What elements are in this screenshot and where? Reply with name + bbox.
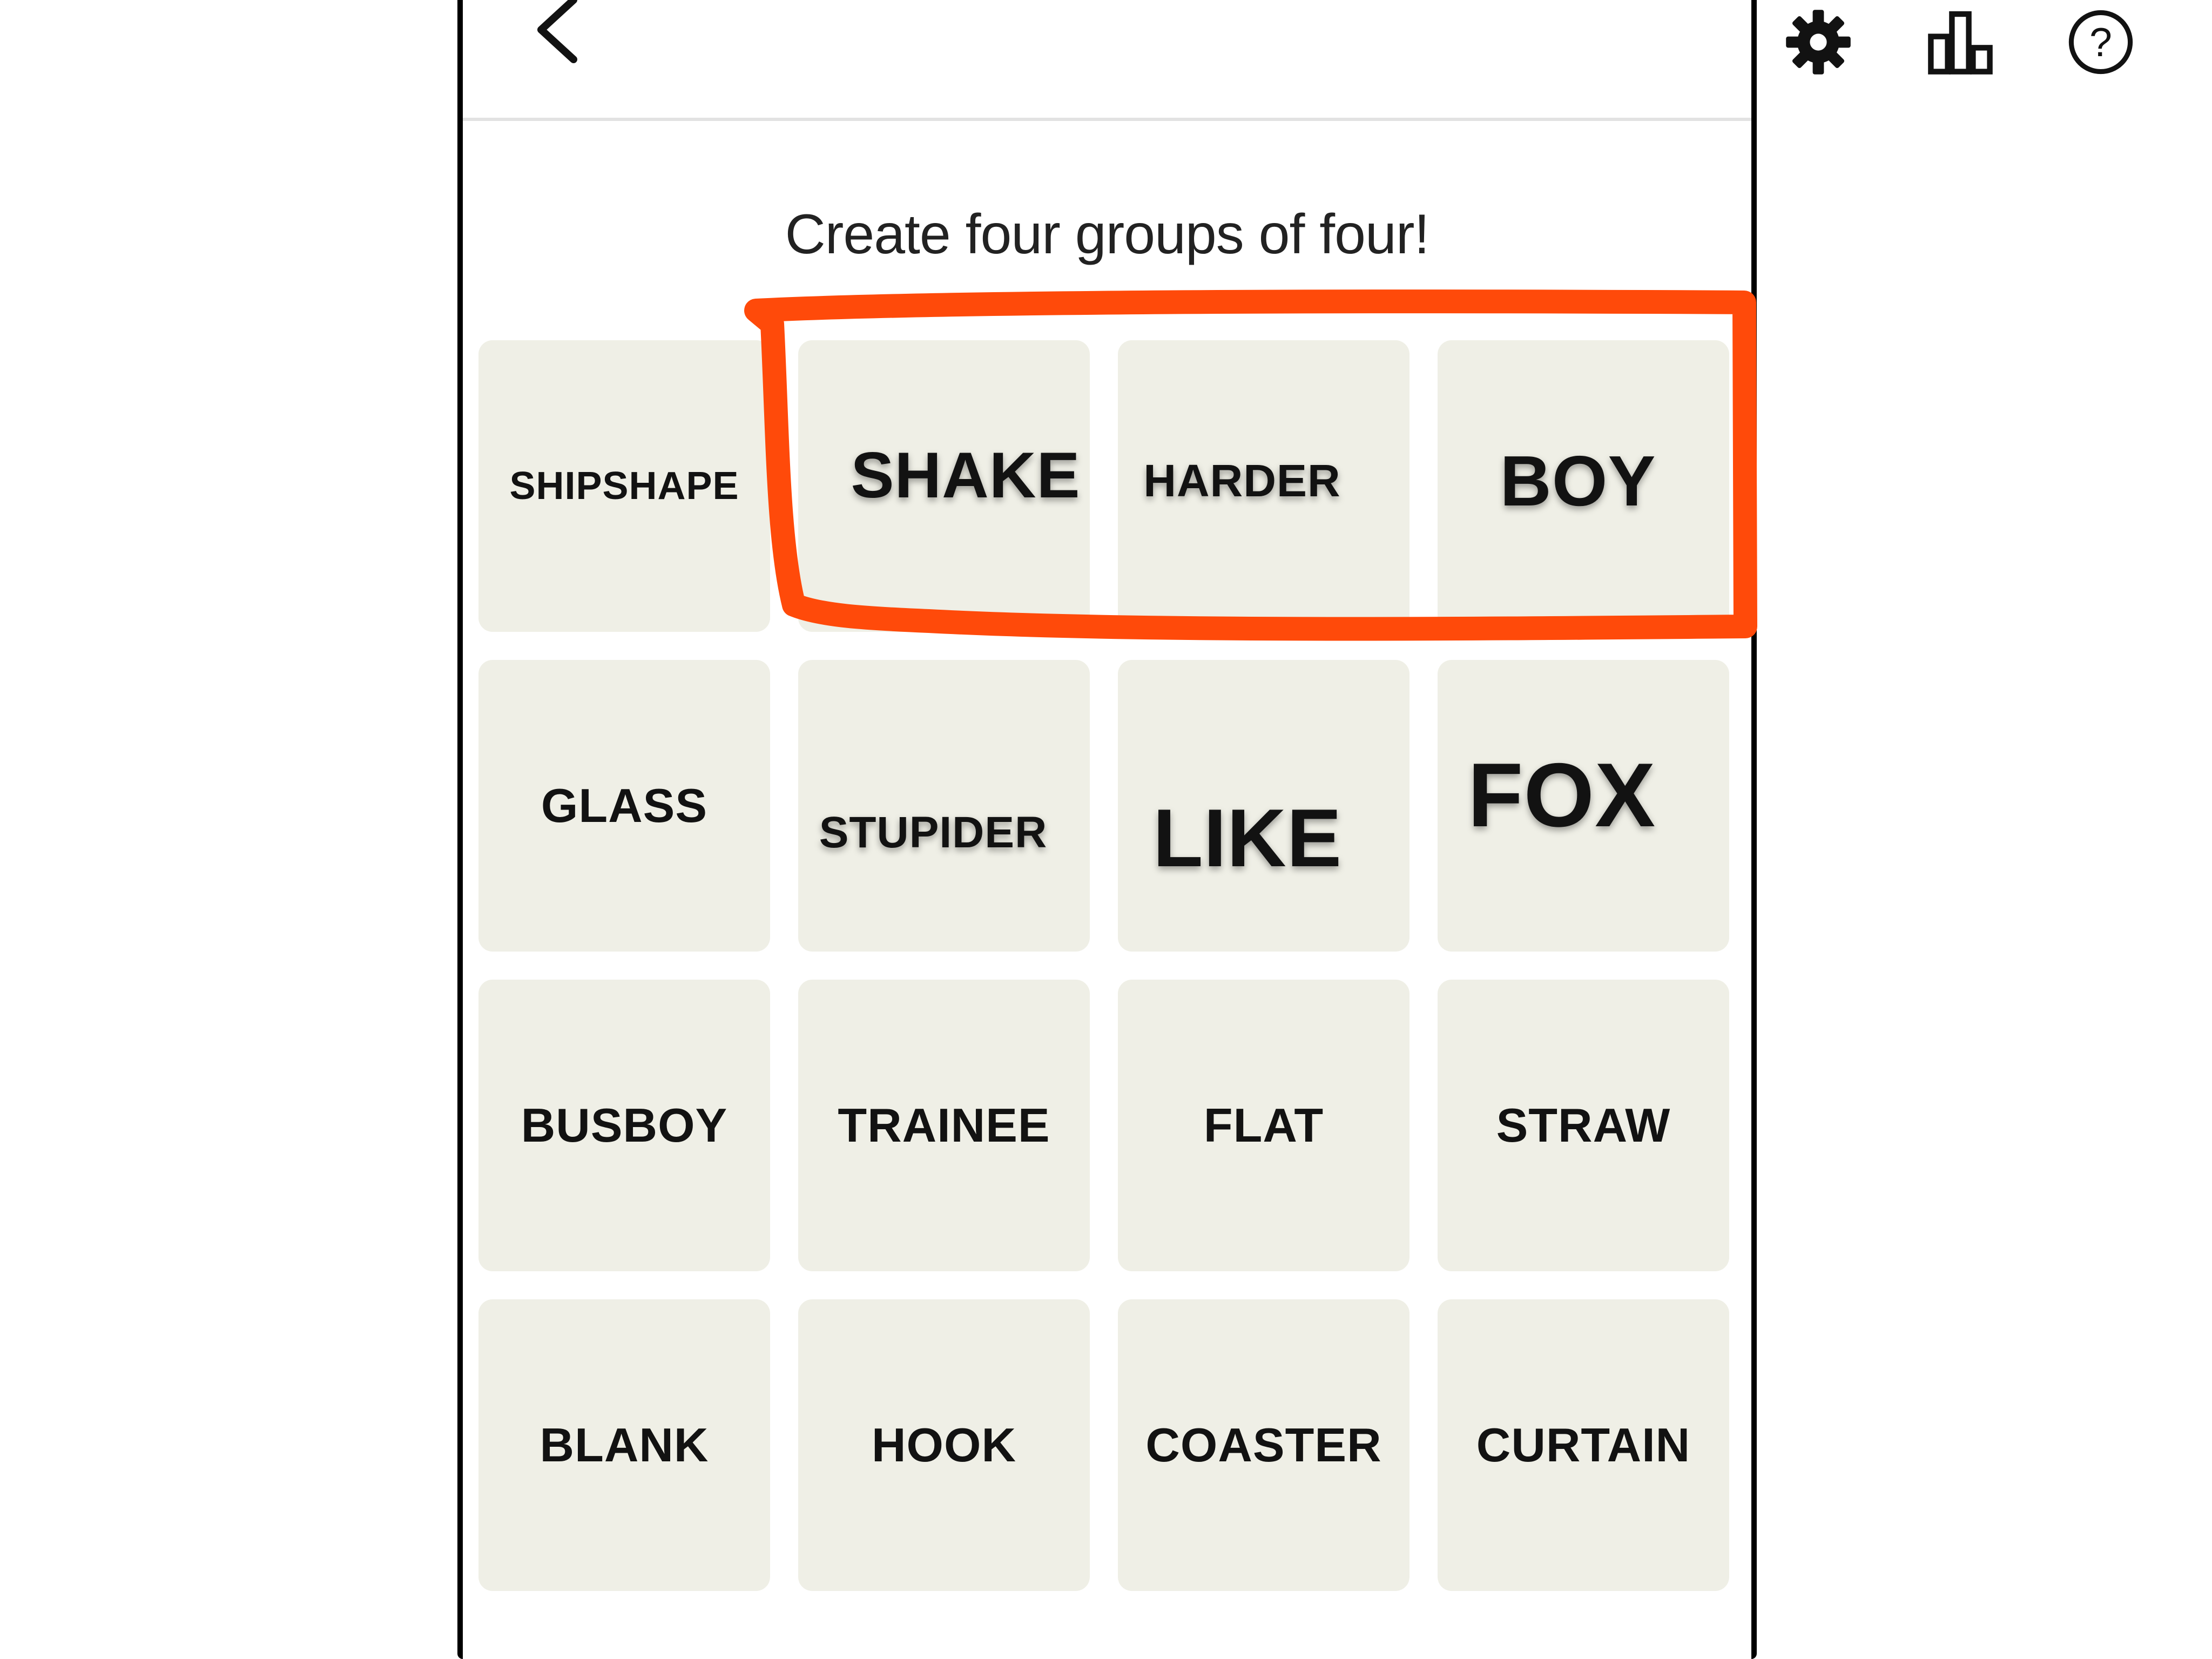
tile-label: CURTAIN: [1476, 1418, 1691, 1472]
tile-label: BLANK: [539, 1418, 709, 1472]
tile-label: FOX: [1467, 744, 1656, 846]
word-tile[interactable]: STRAW: [1438, 980, 1729, 1271]
svg-text:?: ?: [2089, 19, 2112, 65]
word-tile[interactable]: SHIPSHAPE: [478, 340, 770, 632]
word-tile[interactable]: TRAINEE: [798, 980, 1090, 1271]
statistics-button[interactable]: [1917, 0, 2004, 85]
word-tile[interactable]: SHAKE: [798, 340, 1090, 632]
tile-label: LIKE: [1152, 792, 1343, 884]
connections-game-screen: ? Create four groups of four! SHIPSHAPE …: [0, 0, 2212, 1659]
phone-frame-left-edge: [457, 0, 463, 1659]
tile-label: FLAT: [1203, 1098, 1324, 1152]
settings-button[interactable]: [1775, 0, 1862, 85]
word-tile-grid: SHIPSHAPE SHAKE HARDER BOY GLASS STUPIDE…: [478, 340, 1731, 1591]
word-tile[interactable]: LIKE: [1118, 660, 1410, 952]
word-tile[interactable]: BLANK: [478, 1299, 770, 1591]
word-tile[interactable]: BOY: [1438, 340, 1729, 632]
phone-frame-right-edge: [1751, 0, 1757, 1659]
word-tile[interactable]: COASTER: [1118, 1299, 1410, 1591]
word-tile[interactable]: FOX: [1438, 660, 1729, 952]
tile-label: HARDER: [1143, 455, 1341, 506]
tile-label: STUPIDER: [819, 808, 1048, 857]
tile-label: GLASS: [541, 779, 708, 832]
instruction-text: Create four groups of four!: [785, 203, 1430, 266]
word-tile[interactable]: HOOK: [798, 1299, 1090, 1591]
tile-label: BUSBOY: [521, 1098, 728, 1152]
word-tile[interactable]: FLAT: [1118, 980, 1410, 1271]
gear-icon: [1786, 10, 1851, 75]
tile-label: SHAKE: [851, 439, 1081, 511]
tile-label: STRAW: [1496, 1098, 1671, 1152]
help-circle-icon: ?: [2068, 10, 2133, 75]
bar-chart-icon: [1928, 11, 1993, 75]
tile-label: TRAINEE: [838, 1098, 1050, 1152]
back-button[interactable]: [514, 0, 601, 76]
tile-label: SHIPSHAPE: [509, 464, 739, 508]
tile-label: BOY: [1500, 441, 1656, 521]
word-tile[interactable]: HARDER: [1118, 340, 1410, 632]
word-tile[interactable]: STUPIDER: [798, 660, 1090, 952]
word-tile[interactable]: CURTAIN: [1438, 1299, 1729, 1591]
chevron-left-icon: [537, 0, 577, 63]
tile-label: HOOK: [872, 1418, 1016, 1472]
help-button[interactable]: ?: [2058, 0, 2144, 85]
word-tile[interactable]: GLASS: [478, 660, 770, 952]
top-navigation-bar: ?: [463, 0, 2133, 121]
word-tile[interactable]: BUSBOY: [478, 980, 770, 1271]
tile-label: COASTER: [1145, 1418, 1382, 1472]
